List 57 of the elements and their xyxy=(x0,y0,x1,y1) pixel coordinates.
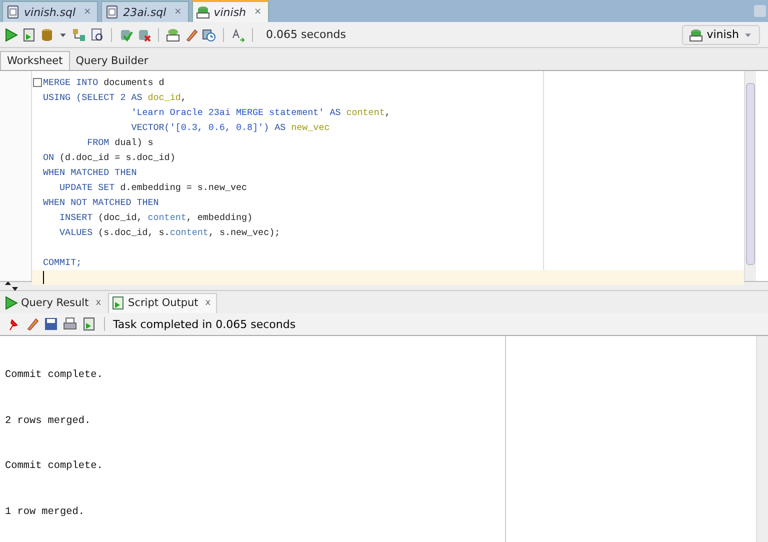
file-icon xyxy=(6,5,20,19)
close-icon[interactable]: x xyxy=(96,298,102,308)
output-line: Commit complete. xyxy=(5,370,103,381)
code-line: UPDATE SET d.embedding = s.new_vec xyxy=(58,182,248,193)
script-icon[interactable] xyxy=(22,28,36,42)
file-tab[interactable]: vinish.sql × xyxy=(2,1,98,22)
script-icon[interactable] xyxy=(82,317,96,331)
document-search-icon[interactable] xyxy=(90,28,104,42)
editor-tab[interactable]: Query Builder xyxy=(70,52,154,70)
text-cursor xyxy=(43,271,44,284)
database-icon xyxy=(688,28,703,42)
text-format-icon[interactable] xyxy=(231,28,245,42)
print-icon[interactable] xyxy=(63,317,77,331)
close-icon[interactable]: x xyxy=(205,298,211,308)
code-line: FROM dual) s xyxy=(86,137,154,148)
code-line: 'Learn Oracle 23ai MERGE statement' AS content, xyxy=(130,107,390,118)
close-icon[interactable]: × xyxy=(174,7,182,17)
scrollbar[interactable] xyxy=(756,336,768,542)
scrollbar[interactable] xyxy=(744,71,756,281)
close-icon[interactable]: × xyxy=(254,7,262,17)
editor-tab[interactable]: Worksheet xyxy=(0,51,70,70)
database-check-icon[interactable] xyxy=(119,28,133,42)
output-line: Commit complete. xyxy=(5,461,103,472)
code-line: USING (SELECT 2 AS doc_id, xyxy=(43,92,186,103)
save-icon[interactable] xyxy=(44,317,58,331)
code-line: COMMIT; xyxy=(43,257,82,268)
file-tab[interactable]: 23ai.sql × xyxy=(101,1,189,22)
database-tree-icon[interactable] xyxy=(72,28,86,42)
eraser-icon[interactable] xyxy=(184,28,198,42)
fold-icon[interactable] xyxy=(33,78,42,87)
output-tab[interactable]: Script Output x xyxy=(108,293,217,313)
code-line: ON (d.doc_id = s.doc_id) xyxy=(43,152,176,163)
splitter-arrows-icon[interactable] xyxy=(4,279,18,293)
code-line: VALUES (s.doc_id, s.content, s.new_vec); xyxy=(58,227,280,238)
clock-icon[interactable] xyxy=(202,28,216,42)
code-line: MERGE INTO documents d xyxy=(43,77,164,88)
output-tab[interactable]: Query Result x xyxy=(2,294,106,313)
run-icon xyxy=(4,296,18,310)
file-icon xyxy=(105,5,120,19)
code-line: WHEN NOT MATCHED THEN xyxy=(43,197,159,208)
sql-file-icon[interactable] xyxy=(166,28,180,42)
close-icon[interactable]: × xyxy=(84,7,92,17)
code-line: VECTOR('[0.3, 0.6, 0.8]') AS new_vec xyxy=(130,122,330,133)
file-tab[interactable]: vinish × xyxy=(192,0,269,22)
code-line: WHEN MATCHED THEN xyxy=(43,167,137,178)
database-icon[interactable] xyxy=(40,28,54,42)
elapsed-time: 0.065 seconds xyxy=(266,28,346,41)
script-icon xyxy=(111,296,126,310)
run-icon[interactable] xyxy=(4,28,18,42)
connection-selector[interactable]: vinish xyxy=(682,24,760,44)
task-status: Task completed in 0.065 seconds xyxy=(113,318,296,330)
database-cancel-icon[interactable] xyxy=(137,28,151,42)
code-line: INSERT (doc_id, content, embedding) xyxy=(58,212,253,223)
eraser-icon[interactable] xyxy=(25,317,39,331)
sql-file-icon xyxy=(196,5,210,19)
output-line: 1 row merged. xyxy=(5,506,84,518)
output-line: 2 rows merged. xyxy=(5,416,91,426)
